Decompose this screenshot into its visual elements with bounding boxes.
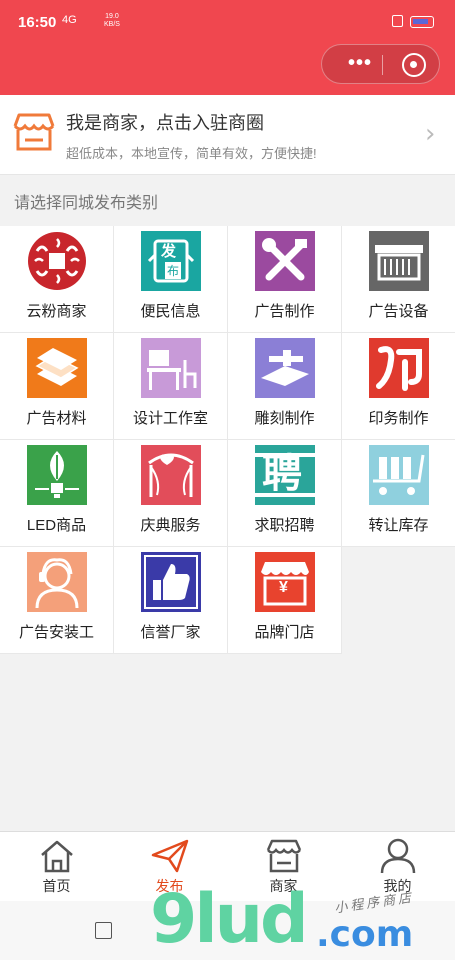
category-label: 庆典服务: [140, 517, 201, 534]
announcement-icon-text-bottom: 布: [165, 262, 182, 279]
watermark-domain: .com: [316, 914, 414, 955]
network-speed-value: 19.0: [105, 13, 119, 20]
lock-icon: [392, 15, 403, 27]
desk-icon: [141, 338, 201, 398]
category-label: 便民信息: [140, 303, 201, 320]
thumbs-up-icon: [141, 552, 201, 612]
user-icon: [380, 838, 416, 874]
category-ad-equipment[interactable]: 广告设备: [342, 226, 455, 333]
chevron-right-icon: ›: [425, 119, 436, 149]
category-celebration[interactable]: 庆典服务: [114, 440, 228, 547]
shop-icon: [13, 113, 55, 151]
category-ad-production[interactable]: 广告制作: [228, 226, 342, 333]
watermark-logo-text: 9lud: [150, 880, 309, 959]
material-stack-icon: [27, 338, 87, 398]
home-icon: [41, 840, 73, 873]
category-ad-installer[interactable]: 广告安装工: [0, 547, 114, 654]
header-bar: 16:50 4G 19.0 KB/S •••: [0, 0, 455, 95]
category-brand-store[interactable]: ¥ 品牌门店: [228, 547, 342, 654]
printer-icon: [369, 231, 429, 291]
tools-icon: [255, 231, 315, 291]
network-speed: 19.0 KB/S: [104, 13, 120, 29]
category-grid: 云粉商家 发 布 便民信息 广告制作 广告设备 广告材料 设计工作室 雕刻制作 …: [0, 226, 455, 656]
category-label: 求职招聘: [254, 517, 315, 534]
category-ad-materials[interactable]: 广告材料: [0, 333, 114, 440]
category-inventory-transfer[interactable]: 转让库存: [342, 440, 455, 547]
category-led-goods[interactable]: LED商品: [0, 440, 114, 547]
category-engraving[interactable]: 雕刻制作: [228, 333, 342, 440]
category-recruitment[interactable]: 聘 求职招聘: [228, 440, 342, 547]
more-menu-button[interactable]: •••: [338, 53, 382, 77]
engraving-machine-icon: [255, 338, 315, 398]
watermark-tagline: 小程序商店: [333, 889, 415, 916]
recruitment-icon-text: 聘: [262, 452, 302, 496]
category-label: 广告设备: [368, 303, 429, 320]
category-reputable-manufacturer[interactable]: 信誉厂家: [114, 547, 228, 654]
category-label: 云粉商家: [26, 303, 87, 320]
category-label: 设计工作室: [132, 410, 208, 427]
shop-icon: [266, 839, 302, 873]
miniprogram-capsule: •••: [321, 44, 440, 84]
merchant-join-banner[interactable]: 我是商家，点击入驻商圈 超低成本，本地宣传，简单有效，方便快捷! ›: [0, 95, 455, 175]
category-label: 印务制作: [368, 410, 429, 427]
category-label: 广告安装工: [18, 624, 94, 641]
banner-subtitle: 超低成本，本地宣传，简单有效，方便快捷!: [66, 146, 317, 161]
tab-home[interactable]: 首页: [0, 832, 113, 902]
tab-label: 首页: [42, 878, 71, 894]
print-logo-icon: [369, 338, 429, 398]
category-label: 转让库存: [368, 517, 429, 534]
capsule-divider: [382, 55, 383, 75]
celebration-arch-icon: [141, 445, 201, 505]
category-label: 雕刻制作: [254, 410, 315, 427]
announcement-icon-text-top: 发: [161, 243, 177, 260]
signal-icon: 4G: [62, 14, 77, 26]
category-yunfen-merchant[interactable]: 云粉商家: [0, 226, 114, 333]
cloud-pattern-icon: [28, 232, 86, 290]
category-label: 广告材料: [26, 410, 87, 427]
status-bar: 16:50 4G 19.0 KB/S: [0, 0, 455, 46]
category-label: 信誉厂家: [140, 624, 201, 641]
category-label: LED商品: [26, 517, 87, 534]
watermark-logo: 9lud 小程序商店 .com: [150, 880, 450, 960]
network-speed-unit: KB/S: [104, 21, 120, 28]
storefront-icon-text: ¥: [279, 579, 288, 596]
category-printing[interactable]: 印务制作: [342, 333, 455, 440]
close-miniprogram-button[interactable]: [402, 53, 426, 77]
recent-apps-button[interactable]: [95, 922, 112, 939]
category-label: 广告制作: [254, 303, 315, 320]
section-label: 请选择同城发布类别: [14, 195, 159, 212]
installer-icon: [27, 552, 87, 612]
cart-icon: [369, 445, 429, 505]
battery-icon: [410, 16, 434, 28]
led-bulb-icon: [27, 445, 87, 505]
status-time: 16:50: [18, 14, 57, 31]
category-convenience-info[interactable]: 发 布 便民信息: [114, 226, 228, 333]
category-label: 品牌门店: [254, 624, 315, 641]
paper-plane-icon: [151, 839, 189, 873]
banner-title: 我是商家，点击入驻商圈: [66, 113, 264, 133]
category-design-studio[interactable]: 设计工作室: [114, 333, 228, 440]
